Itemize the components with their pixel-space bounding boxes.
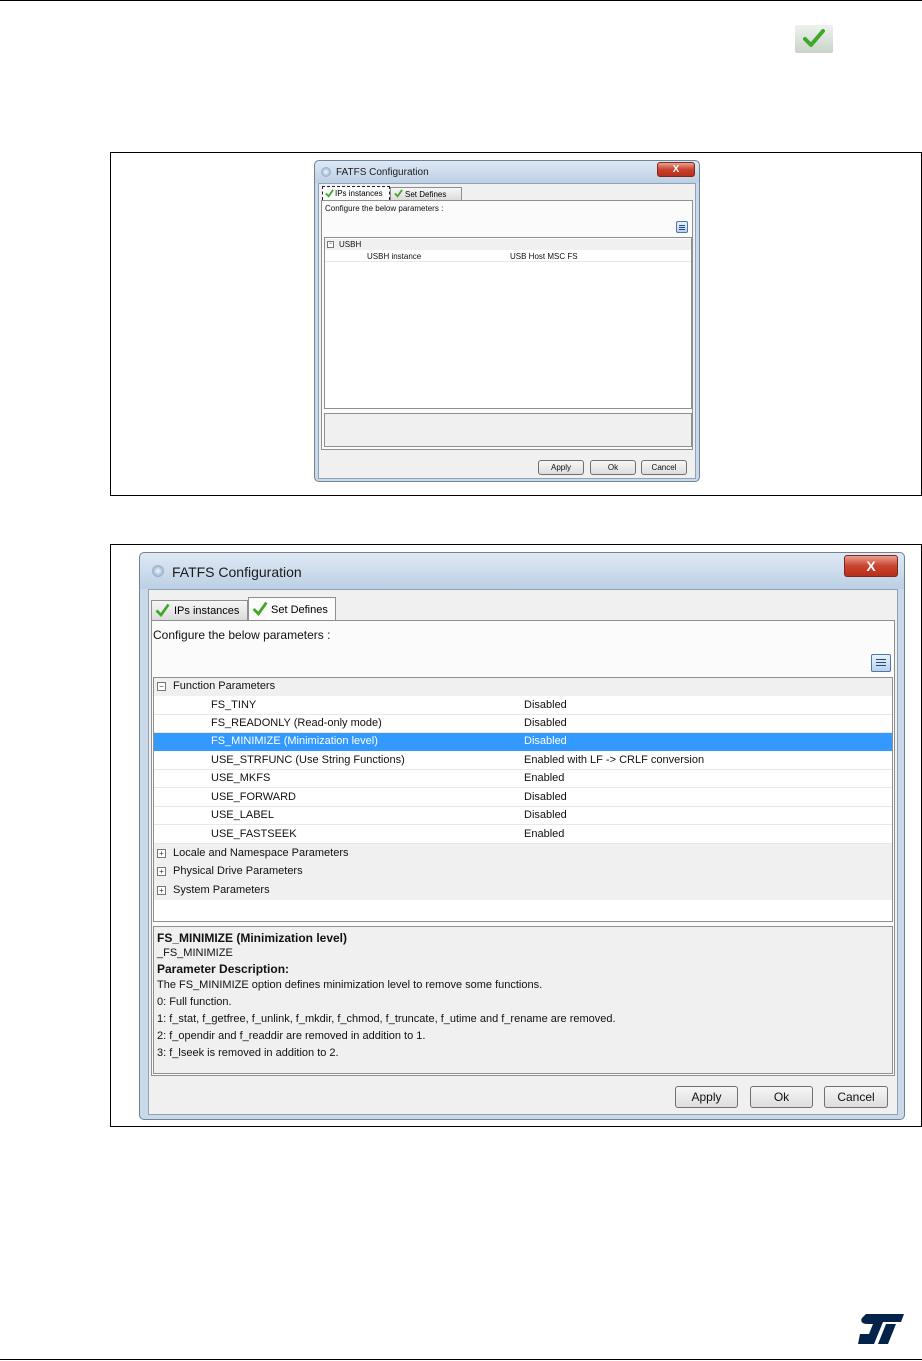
tree-group-locale-namespace[interactable]: + Locale and Namespace Parameters [154,844,892,863]
tree-group-physical-drive[interactable]: + Physical Drive Parameters [154,863,892,881]
param-value: Disabled [524,809,567,821]
description-line: 3: f_lseek is removed in addition to 2. [157,1047,339,1059]
enabled-check-button-icon [795,25,833,53]
tab-label: Set Defines [405,190,447,199]
check-icon [325,189,334,198]
table-row[interactable]: USE_FASTSEEK Enabled [154,825,892,844]
fatfs-dialog-small: FATFS Configuration X IPs instances Set … [314,160,700,482]
tree-group-system[interactable]: + System Parameters [154,881,892,900]
group-label: System Parameters [173,884,270,896]
parameter-tree: − USBH USBH instance USB Host MSC FS [324,237,692,409]
apply-button[interactable]: Apply [675,1086,738,1108]
dialog-title: FATFS Configuration [172,564,302,580]
table-row[interactable]: FS_READONLY (Read-only mode) Disabled [154,715,892,733]
param-name: FS_TINY [211,699,257,711]
description-define: _FS_MINIMIZE [157,947,233,959]
ok-button[interactable]: Ok [750,1086,813,1108]
dialog-client: IPs instances Set Defines Configure the … [318,183,696,479]
plus-box-icon[interactable]: + [157,849,166,858]
close-button[interactable]: X [657,162,695,177]
table-row[interactable]: USBH instance USB Host MSC FS [325,251,691,262]
table-row[interactable]: USE_STRFUNC (Use String Functions) Enabl… [154,751,892,770]
figure-ips-instances: FATFS Configuration X IPs instances Set … [110,152,922,496]
group-label: Function Parameters [173,680,276,692]
description-line: 1: f_stat, f_getfree, f_unlink, f_mkdir,… [157,1013,616,1025]
param-value: Enabled [524,828,565,840]
param-value: Disabled [524,791,567,803]
dialog-client: IPs instances Set Defines Configure the … [148,589,898,1115]
dialog-title: FATFS Configuration [336,167,429,178]
param-name: USE_STRFUNC (Use String Functions) [211,754,405,766]
description-panel [324,413,692,447]
apply-button[interactable]: Apply [538,460,584,475]
param-name: USE_MKFS [211,772,271,784]
group-label: Locale and Namespace Parameters [173,847,349,859]
tab-ips-instances[interactable]: IPs instances [322,186,390,200]
plus-box-icon[interactable]: + [157,867,166,876]
tab-label: Set Defines [271,604,328,616]
tab-panel: Configure the below parameters : − USBH … [321,200,693,450]
parameter-tree: − Function Parameters FS_TINY Disabled F… [153,677,893,922]
param-value: Disabled [524,717,567,729]
tab-ips-instances[interactable]: IPs instances [151,600,248,620]
table-row-selected[interactable]: FS_MINIMIZE (Minimization level) Disable… [154,733,892,751]
app-icon [152,565,164,577]
table-row[interactable]: FS_TINY Disabled [154,696,892,715]
param-name: FS_MINIMIZE (Minimization level) [211,735,378,747]
dialog-titlebar: FATFS Configuration X [315,161,699,183]
check-icon [394,189,403,198]
configure-subtitle: Configure the below parameters : [153,628,331,642]
description-panel: FS_MINIMIZE (Minimization level) _FS_MIN… [153,926,893,1074]
close-button[interactable]: X [844,555,898,577]
table-row[interactable]: USE_FORWARD Disabled [154,788,892,807]
check-icon [252,601,268,617]
param-name: FS_READONLY (Read-only mode) [211,717,382,729]
tree-group-usbh[interactable]: − USBH [325,239,691,250]
table-row[interactable]: USE_MKFS Enabled [154,770,892,788]
param-value: Enabled with LF -> CRLF conversion [524,754,705,766]
param-value: Disabled [524,735,567,747]
minus-box-icon[interactable]: − [157,682,166,691]
minus-box-icon[interactable]: − [327,241,334,248]
table-row[interactable]: USE_LABEL Disabled [154,807,892,825]
page-top-rule [0,0,922,1]
description-heading: Parameter Description: [157,962,290,976]
param-name: USE_FASTSEEK [211,828,297,840]
description-line: 0: Full function. [157,996,232,1008]
description-line: The FS_MINIMIZE option defines minimizat… [157,979,543,991]
description-title: FS_MINIMIZE (Minimization level) [157,931,348,945]
param-value: USB Host MSC FS [510,252,578,261]
group-label: USBH [339,240,362,249]
group-label: Physical Drive Parameters [173,865,303,877]
list-view-toggle-button[interactable] [871,654,891,672]
param-value: Disabled [524,699,567,711]
cancel-button[interactable]: Cancel [641,460,687,475]
page-bottom-rule [0,1359,922,1360]
st-logo [858,1314,904,1344]
app-icon [321,167,331,177]
dialog-titlebar: FATFS Configuration X [140,553,904,589]
ok-button[interactable]: Ok [590,460,636,475]
param-value: Enabled [524,772,565,784]
tree-group-function-parameters[interactable]: − Function Parameters [154,678,892,696]
tab-panel: Configure the below parameters : − Funct… [151,620,895,1076]
param-name: USE_FORWARD [211,791,296,803]
param-name: USBH instance [367,252,422,261]
fatfs-dialog-large: FATFS Configuration X IPs instances Set … [139,552,905,1120]
check-icon [155,603,170,618]
cancel-button[interactable]: Cancel [824,1086,888,1108]
param-name: USE_LABEL [211,809,274,821]
list-view-toggle-button[interactable] [676,221,688,233]
tab-set-defines[interactable]: Set Defines [248,597,336,621]
figure-set-defines: FATFS Configuration X IPs instances Set … [110,544,922,1127]
tab-label: IPs instances [174,605,240,617]
tab-set-defines[interactable]: Set Defines [390,187,462,200]
check-icon [803,29,825,47]
configure-subtitle: Configure the below parameters : [325,204,444,213]
plus-box-icon[interactable]: + [157,886,166,895]
description-line: 2: f_opendir and f_readdir are removed i… [157,1030,426,1042]
tab-label: IPs instances [335,189,383,198]
